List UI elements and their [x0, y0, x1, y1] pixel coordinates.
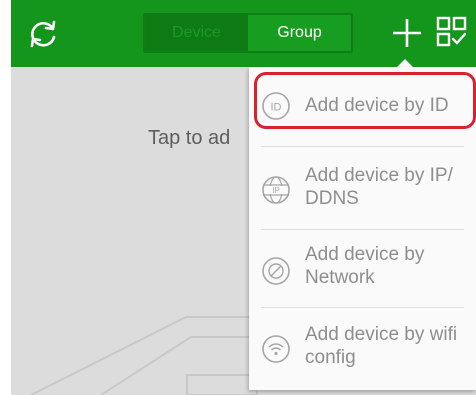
svg-text:IP: IP [272, 186, 280, 195]
app-screen: Device Group Tap to ad ID Add device by … [11, 0, 476, 395]
menu-item-label: Add device by IP/ DDNS [305, 165, 453, 209]
empty-hint: Tap to ad [148, 127, 231, 149]
menu-item-add-by-wifi[interactable]: Add device by wifi config [249, 307, 476, 390]
globe-ip-icon: IP [261, 175, 291, 205]
tab-group[interactable]: Group [248, 15, 351, 51]
top-bar: Device Group [11, 0, 476, 67]
highlight-box [254, 72, 476, 129]
menu-item-label: Add device by Network [305, 244, 425, 288]
menu-item-add-by-ip[interactable]: IP Add device by IP/ DDNS [249, 146, 476, 229]
plus-icon[interactable] [387, 13, 427, 53]
network-icon [261, 256, 291, 286]
menu-item-add-by-network[interactable]: Add device by Network [249, 229, 476, 307]
view-switcher: Device Group [143, 13, 353, 53]
menu-item-label: Add device by wifi config [305, 324, 458, 368]
wifi-icon [261, 334, 291, 364]
refresh-icon[interactable] [25, 16, 61, 52]
tab-device[interactable]: Device [145, 15, 248, 51]
qr-scan-icon[interactable] [435, 15, 469, 49]
